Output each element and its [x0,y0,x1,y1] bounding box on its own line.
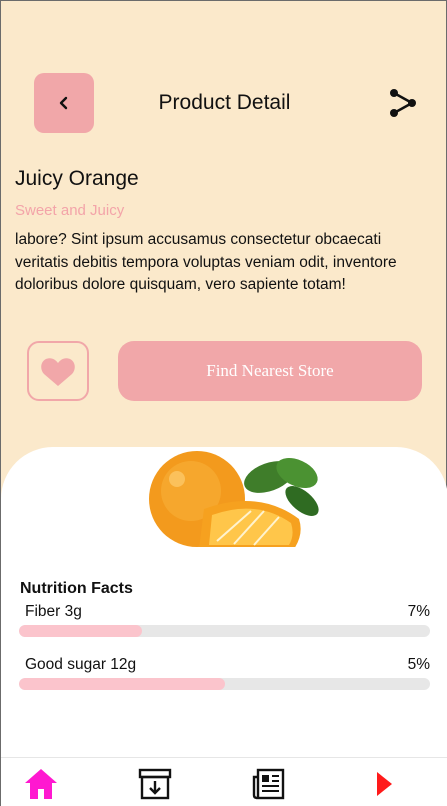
heart-icon [41,358,75,386]
news-icon [252,768,285,800]
nav-play[interactable] [365,766,401,802]
header: Product Detail [1,73,447,133]
nav-archive[interactable] [137,766,173,802]
nutrient-bar-fill [19,678,225,690]
nutrient-bar-fill [19,625,143,637]
nutrition-card: Nutrition Facts Fiber 3g 7% Good sugar 1… [1,447,447,757]
share-icon [390,89,416,117]
product-name: Juicy Orange [15,167,139,190]
favorite-button[interactable] [27,341,89,401]
find-store-button[interactable]: Find Nearest Store [118,341,422,401]
nutrient-bar-track [19,678,430,690]
nutrition-title: Nutrition Facts [20,580,133,597]
nutrient-label: Good sugar 12g [25,656,137,673]
nav-news[interactable] [251,766,287,802]
nav-home[interactable] [23,766,59,802]
product-description: labore? Sint ipsum accusamus consectetur… [15,231,397,293]
product-tagline: Sweet and Juicy [15,202,125,219]
screen: Product Detail Juicy Orange Sweet and Ju… [0,0,447,806]
bottom-nav [1,757,447,806]
nutrient-row: Fiber 3g 7% [19,603,430,637]
page-title: Product Detail [158,91,291,114]
home-icon [25,769,57,799]
nutrient-bar-track [19,625,430,637]
orange-fruit-image [149,451,319,547]
archive-icon [138,768,172,800]
nutrient-label: Fiber 3g [25,603,82,620]
nutrient-row: Good sugar 12g 5% [19,656,430,690]
nutrient-percent: 5% [407,656,430,673]
play-icon [377,772,392,796]
nutrient-percent: 7% [407,603,430,620]
share-button[interactable] [387,87,419,119]
